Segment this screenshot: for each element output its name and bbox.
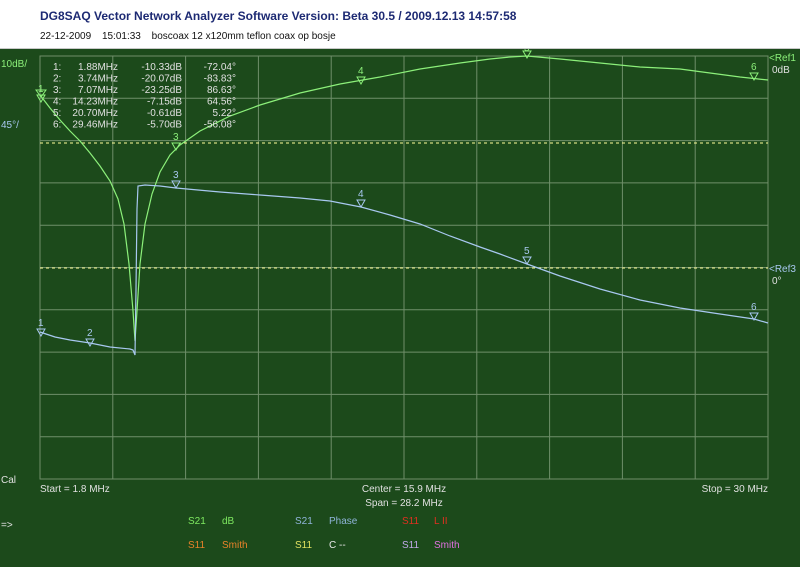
- marker-num: 3:: [53, 85, 61, 96]
- measurement-date: 22-12-2009: [40, 31, 92, 42]
- marker-freq: 3.74MHz: [78, 74, 118, 85]
- legend-mode[interactable]: dB: [222, 516, 235, 527]
- ref3-value: 0°: [772, 276, 782, 287]
- legend-param[interactable]: S21: [295, 516, 313, 527]
- measurement-time: 15:01:33: [101, 31, 141, 42]
- marker-db: -5.70dB: [147, 120, 182, 131]
- app-title: DG8SAQ Vector Network Analyzer Software …: [40, 9, 517, 23]
- marker-label: 4: [358, 189, 364, 200]
- marker-db: -20.07dB: [141, 74, 182, 85]
- legend-mode[interactable]: Smith: [222, 540, 248, 551]
- trace-legend: S21 dB S21 Phase S11 L II S11 Smith S11 C -- S11 Sm…: [188, 516, 460, 551]
- marker-label: 4: [358, 66, 364, 77]
- marker-label: 3: [173, 170, 179, 181]
- plot-area[interactable]: 1 3 4 5 6 1 2 3 4 5 6 10dB/ 45°/: [0, 49, 800, 567]
- marker-label: 1: [38, 318, 44, 329]
- cal-label: Cal: [1, 475, 16, 486]
- marker-db: -10.33dB: [141, 62, 182, 73]
- legend-param[interactable]: S11: [295, 540, 312, 551]
- marker-db: -7.15dB: [147, 97, 182, 108]
- legend-param[interactable]: S21: [188, 516, 206, 527]
- legend-param[interactable]: S11: [402, 516, 419, 527]
- marker-db: -23.25dB: [141, 85, 182, 96]
- legend-param[interactable]: S11: [188, 540, 205, 551]
- active-trace-arrow: =>: [1, 520, 13, 531]
- marker-label: 6: [751, 62, 757, 73]
- marker-label: 5: [524, 49, 530, 54]
- marker-db: -0.61dB: [147, 108, 182, 119]
- legend-mode[interactable]: C --: [329, 540, 346, 551]
- marker-freq: 7.07MHz: [78, 85, 118, 96]
- marker-phase: 86.63°: [207, 85, 236, 96]
- legend-mode[interactable]: L II: [434, 516, 448, 527]
- marker-num: 4:: [53, 97, 61, 108]
- marker-label: 3: [173, 132, 179, 143]
- ref1-value: 0dB: [772, 65, 790, 76]
- marker-label: 6: [751, 302, 757, 313]
- marker-phase: 64.56°: [207, 97, 236, 108]
- marker-readout-table: 1: 1.88MHz -10.33dB -72.04° 2: 3.74MHz -20.07d…: [53, 62, 236, 131]
- marker-label: 2: [87, 328, 93, 339]
- marker-phase: 5.22°: [213, 108, 236, 119]
- ref3-name: <Ref3: [769, 264, 796, 275]
- start-frequency: Start = 1.8 MHz: [40, 484, 110, 495]
- marker-phase: -56.08°: [204, 120, 236, 131]
- span-frequency: Span = 28.2 MHz: [365, 498, 443, 509]
- marker-triangle: [171, 180, 181, 190]
- marker-phase: -83.83°: [204, 74, 236, 85]
- legend-param[interactable]: S11: [402, 540, 419, 551]
- center-frequency: Center = 15.9 MHz: [362, 484, 446, 495]
- marker-label: 5: [524, 246, 530, 257]
- vna-plot[interactable]: 1 3 4 5 6 1 2 3 4 5 6 10dB/ 45°/: [0, 49, 800, 567]
- marker-freq: 29.46MHz: [72, 120, 118, 131]
- phase-markers: 1 2 3 4 5 6: [36, 170, 759, 348]
- marker-num: 6:: [53, 120, 61, 131]
- marker-freq: 1.88MHz: [78, 62, 118, 73]
- db-scale-label: 10dB/: [1, 59, 27, 70]
- stop-frequency: Stop = 30 MHz: [702, 484, 768, 495]
- window-header: DG8SAQ Vector Network Analyzer Software …: [0, 0, 800, 49]
- legend-mode[interactable]: Smith: [434, 540, 460, 551]
- marker-num: 2:: [53, 74, 61, 85]
- marker-freq: 20.70MHz: [72, 108, 118, 119]
- measurement-info: 22-12-2009 15:01:33 boscoax 12 x120mm te…: [40, 31, 344, 42]
- measurement-description: boscoax 12 x120mm teflon coax op bosje: [151, 31, 336, 42]
- marker-num: 5:: [53, 108, 61, 119]
- marker-num: 1:: [53, 62, 61, 73]
- phase-scale-label: 45°/: [1, 120, 19, 131]
- marker-freq: 14.23MHz: [72, 97, 118, 108]
- marker-phase: -72.04°: [204, 62, 236, 73]
- legend-mode[interactable]: Phase: [329, 516, 358, 527]
- ref1-name: <Ref1: [769, 53, 796, 64]
